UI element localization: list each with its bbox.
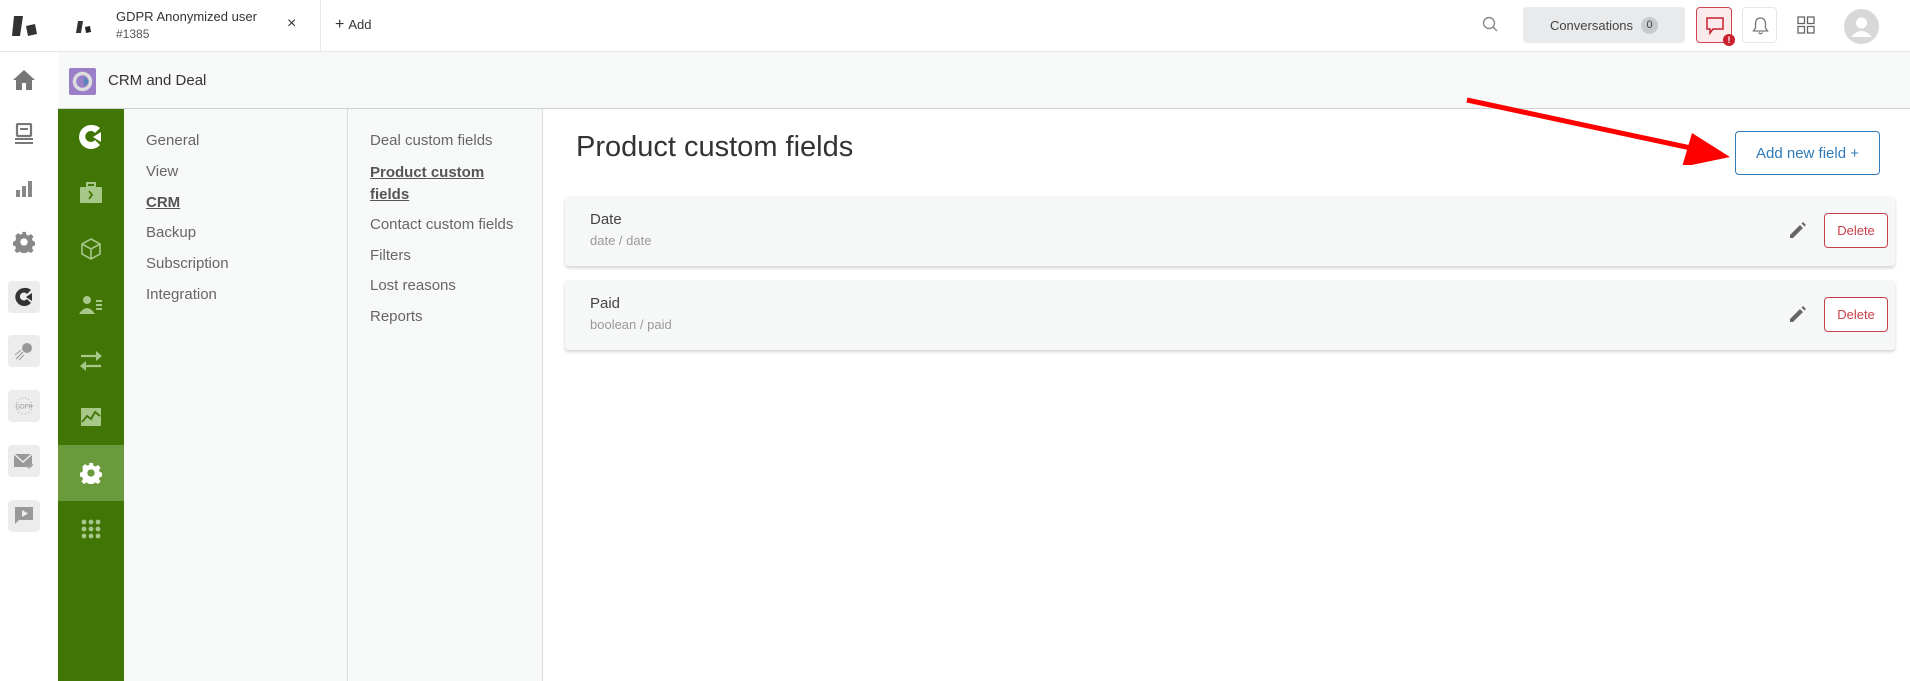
nav-backup[interactable]: Backup bbox=[146, 223, 196, 243]
field-row: Date date / date Delete bbox=[565, 196, 1895, 266]
tab-app-icon bbox=[76, 21, 91, 33]
nav-contact-custom-fields[interactable]: Contact custom fields bbox=[370, 215, 513, 235]
pencil-icon[interactable] bbox=[1787, 219, 1809, 241]
contacts-icon bbox=[79, 296, 102, 314]
nav-product-custom-fields[interactable]: Product custom fields bbox=[370, 162, 520, 206]
svg-text:GDPR: GDPR bbox=[15, 404, 32, 411]
field-type: date / date bbox=[590, 233, 652, 248]
crm-app-logo bbox=[69, 68, 96, 95]
app-title: CRM and Deal bbox=[108, 72, 207, 89]
meteor-icon bbox=[14, 343, 32, 361]
user-avatar[interactable] bbox=[1844, 9, 1879, 44]
sidebar-item-transfers[interactable] bbox=[58, 333, 124, 389]
top-bar: GDPR Anonymized user #1385 × + Add Conver… bbox=[0, 0, 1910, 52]
delete-button[interactable]: Delete bbox=[1824, 297, 1888, 332]
search-icon[interactable] bbox=[1480, 14, 1502, 36]
dots-grid-icon bbox=[81, 519, 101, 539]
sidebar-item-products[interactable] bbox=[58, 221, 124, 277]
chart-area-icon bbox=[81, 408, 101, 426]
tab-title: GDPR Anonymized user bbox=[116, 9, 257, 24]
rail-mail-app[interactable] bbox=[8, 445, 40, 477]
rail-home[interactable] bbox=[8, 64, 40, 96]
notifications-button[interactable] bbox=[1742, 7, 1777, 43]
main-content: Product custom fields Add new field + Da… bbox=[543, 109, 1910, 681]
nav-subscription[interactable]: Subscription bbox=[146, 254, 229, 274]
rail-gdpr-app[interactable]: GDPR bbox=[8, 390, 40, 422]
page-title: Product custom fields bbox=[576, 131, 854, 163]
nav-view[interactable]: View bbox=[146, 162, 178, 182]
conversations-button[interactable]: Conversations 0 bbox=[1523, 7, 1685, 43]
crm-logo-icon bbox=[79, 124, 101, 149]
app-rail: GDPR bbox=[0, 52, 48, 681]
settings-nav: General View CRM Backup Subscription Int… bbox=[124, 109, 348, 681]
add-new-field-button[interactable]: Add new field + bbox=[1735, 131, 1880, 175]
rail-inbox[interactable] bbox=[8, 118, 40, 150]
sidebar-item-deals[interactable] bbox=[58, 165, 124, 221]
gear-icon bbox=[80, 462, 102, 484]
sidebar-item-more-apps[interactable] bbox=[58, 501, 124, 557]
crm-settings-nav: Deal custom fields Product custom fields… bbox=[348, 109, 543, 681]
rail-reports[interactable] bbox=[8, 172, 40, 204]
nav-reports[interactable]: Reports bbox=[370, 307, 423, 327]
nav-crm[interactable]: CRM bbox=[146, 193, 180, 213]
nav-filters[interactable]: Filters bbox=[370, 246, 411, 266]
chat-button[interactable]: ! bbox=[1696, 7, 1735, 46]
transfer-arrows-icon bbox=[80, 351, 102, 371]
sidebar-item-settings[interactable] bbox=[58, 445, 124, 501]
field-name: Paid bbox=[590, 295, 621, 312]
apps-grid-icon[interactable] bbox=[1795, 14, 1817, 36]
gear-icon bbox=[13, 231, 35, 253]
field-row: Paid boolean / paid Delete bbox=[565, 280, 1895, 350]
briefcase-icon bbox=[80, 182, 102, 203]
close-icon[interactable]: × bbox=[287, 15, 296, 33]
home-icon bbox=[13, 70, 35, 90]
video-message-icon bbox=[15, 507, 33, 524]
alert-badge: ! bbox=[1723, 34, 1735, 46]
conversations-count-badge: 0 bbox=[1641, 16, 1659, 34]
bar-chart-icon bbox=[16, 181, 32, 197]
nav-lost-reasons[interactable]: Lost reasons bbox=[370, 276, 456, 296]
sidebar-item-contacts[interactable] bbox=[58, 277, 124, 333]
bell-icon bbox=[1752, 17, 1769, 35]
plus-icon: + bbox=[335, 16, 345, 33]
conversations-label: Conversations bbox=[1549, 17, 1634, 33]
inbox-icon bbox=[15, 123, 33, 144]
add-tab-button[interactable]: + Add bbox=[335, 16, 371, 34]
add-tab-label: Add bbox=[348, 17, 372, 32]
chat-icon bbox=[1706, 17, 1724, 36]
crm-logo-icon bbox=[72, 71, 93, 92]
rail-crm-deal[interactable] bbox=[8, 281, 40, 313]
delete-button[interactable]: Delete bbox=[1824, 213, 1888, 248]
app-sidebar bbox=[58, 109, 124, 681]
nav-integration[interactable]: Integration bbox=[146, 285, 217, 305]
tab-gdpr-user[interactable]: GDPR Anonymized user #1385 × bbox=[58, 0, 321, 52]
field-name: Date bbox=[590, 211, 622, 228]
nav-general[interactable]: General bbox=[146, 131, 199, 151]
app-logo-icon[interactable] bbox=[12, 12, 40, 40]
nav-deal-custom-fields[interactable]: Deal custom fields bbox=[370, 131, 493, 151]
rail-meteor-app[interactable] bbox=[8, 335, 40, 367]
field-type: boolean / paid bbox=[590, 317, 672, 332]
cube-icon bbox=[81, 238, 101, 260]
mail-check-icon bbox=[13, 453, 34, 470]
rail-settings[interactable] bbox=[8, 226, 40, 258]
crm-app-icon bbox=[15, 287, 32, 306]
sidebar-item-analytics[interactable] bbox=[58, 389, 124, 445]
pencil-icon[interactable] bbox=[1787, 303, 1809, 325]
gdpr-icon: GDPR bbox=[15, 397, 33, 415]
sidebar-item-home[interactable] bbox=[58, 109, 124, 165]
rail-video-app[interactable] bbox=[8, 500, 40, 532]
user-icon bbox=[1851, 17, 1872, 37]
app-header: CRM and Deal bbox=[58, 52, 1910, 109]
tab-subtitle: #1385 bbox=[116, 27, 150, 41]
